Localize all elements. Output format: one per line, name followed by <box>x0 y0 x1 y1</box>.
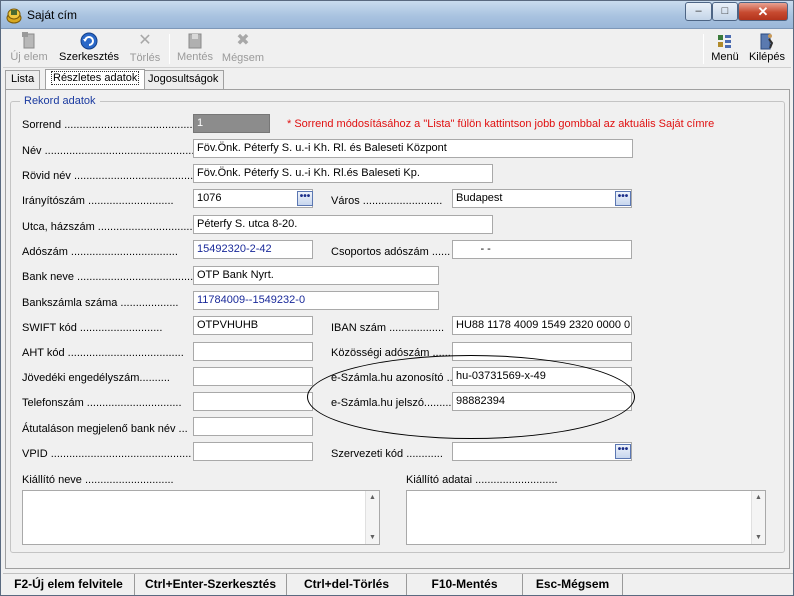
label-csoportos-adoszam: Csoportos adószám ...... <box>331 246 451 258</box>
eszamla-jelszo-field[interactable]: 98882394 <box>452 392 632 411</box>
nev-field[interactable]: Föv.Önk. Péterfy S. u.-i Kh. Rl. és Bale… <box>193 139 633 158</box>
scroll-down-icon[interactable]: ▼ <box>752 531 765 544</box>
szervezeti-lookup-button[interactable]: ••• <box>615 444 631 459</box>
varos-field[interactable]: Budapest <box>452 189 632 208</box>
aht-field[interactable] <box>193 342 313 361</box>
delete-x-icon: ✕ <box>138 32 152 49</box>
cancel-x-icon: ✖ <box>236 32 250 49</box>
utca-field[interactable]: Péterfy S. utca 8-20. <box>193 215 493 234</box>
scroll-up-icon[interactable]: ▲ <box>752 491 765 504</box>
status-f10-save: F10-Mentés <box>407 574 523 595</box>
new-item-button[interactable]: Új elem <box>9 31 49 66</box>
scroll-up-icon[interactable]: ▲ <box>366 491 379 504</box>
window-title: Saját cím <box>27 8 78 22</box>
save-disk-icon <box>188 33 202 49</box>
tab-jogosultsagok[interactable]: Jogosultságok <box>142 70 225 89</box>
label-aht: AHT kód ................................… <box>22 347 184 359</box>
label-rovid-nev: Rövid név ..............................… <box>22 170 221 182</box>
tab-lista-label: Lista <box>11 73 35 85</box>
exit-door-icon <box>760 33 774 50</box>
iranyitoszam-field[interactable]: 1076 <box>193 189 313 208</box>
bankszamla-field[interactable]: 11784009--1549232-0 <box>193 291 439 310</box>
label-szervezeti: Szervezeti kód ............ <box>331 448 443 460</box>
kozossegi-field[interactable] <box>452 342 632 361</box>
status-bar: F2-Új elem felvitele Ctrl+Enter-Szerkesz… <box>3 573 793 595</box>
tab-reszletes-label: Részletes adatok <box>51 71 140 85</box>
delete-label: Törlés <box>129 52 161 64</box>
eszamla-azonosito-field[interactable]: hu-03731569-x-49 <box>452 367 632 386</box>
edit-button[interactable]: Szerkesztés <box>57 31 121 66</box>
group-title: Rekord adatok <box>20 95 100 107</box>
minimize-button[interactable]: ‒ <box>685 2 712 21</box>
main-window: Saját cím ‒ □ ✕ Új elem Szerkesztés ✕ Tö… <box>0 0 794 596</box>
exit-label: Kilépés <box>748 51 786 63</box>
label-sorrend: Sorrend ................................… <box>22 119 193 131</box>
close-button[interactable]: ✕ <box>738 2 788 21</box>
label-kiallito-adatai: Kiállító adatai ........................… <box>406 474 558 486</box>
edit-label: Szerkesztés <box>59 51 119 63</box>
status-f2-new: F2-Új elem felvitele <box>3 574 135 595</box>
toolbar-separator-right <box>703 34 704 64</box>
cancel-button[interactable]: ✖ Mégsem <box>221 31 265 66</box>
label-bank-neve: Bank neve ..............................… <box>22 271 203 283</box>
csoportos-adoszam-field[interactable]: - - <box>452 240 632 259</box>
label-vpid: VPID ...................................… <box>22 448 192 460</box>
label-kiallito-neve: Kiállító neve ..........................… <box>22 474 174 486</box>
rovid-nev-field[interactable]: Föv.Önk. Péterfy S. u.-i Kh. Rl.és Bales… <box>193 164 493 183</box>
tab-lista[interactable]: Lista <box>5 70 41 89</box>
maximize-button[interactable]: □ <box>712 2 738 21</box>
save-button[interactable]: Mentés <box>175 31 215 66</box>
bank-neve-field[interactable]: OTP Bank Nyrt. <box>193 266 439 285</box>
title-bar: Saját cím ‒ □ ✕ <box>1 1 793 29</box>
label-nev: Név ....................................… <box>22 145 222 157</box>
label-iranyitoszam: Irányítószám ...........................… <box>22 195 174 207</box>
exit-button[interactable]: Kilépés <box>747 31 787 66</box>
menu-button[interactable]: Menü <box>707 31 743 66</box>
scroll-down-icon[interactable]: ▼ <box>366 531 379 544</box>
label-jovedeki: Jövedéki engedélyszám.......... <box>22 372 170 384</box>
kiallito-adatai-scrollbar[interactable]: ▲ ▼ <box>751 491 765 544</box>
status-ctrl-enter-edit: Ctrl+Enter-Szerkesztés <box>135 574 287 595</box>
atutalason-field[interactable] <box>193 417 313 436</box>
jovedeki-field[interactable] <box>193 367 313 386</box>
iban-field[interactable]: HU88 1178 4009 1549 2320 0000 0 <box>452 316 632 335</box>
label-bankszamla: Bankszámla száma ................... <box>22 297 179 309</box>
label-atutalason: Átutaláson megjelenő bank név ... <box>22 423 188 435</box>
menu-grid-icon <box>718 35 731 48</box>
kiallito-neve-scrollbar[interactable]: ▲ ▼ <box>365 491 379 544</box>
label-adoszam: Adószám ................................… <box>22 246 178 258</box>
status-esc-cancel: Esc-Mégsem <box>523 574 623 595</box>
cancel-label: Mégsem <box>221 52 265 64</box>
new-document-icon <box>22 32 35 49</box>
szervezeti-field[interactable] <box>452 442 632 461</box>
label-swift: SWIFT kód ........................... <box>22 322 163 334</box>
app-icon <box>6 8 22 24</box>
tab-jogosultsagok-label: Jogosultságok <box>148 73 219 85</box>
kiallito-neve-textarea[interactable]: ▲ ▼ <box>22 490 380 545</box>
vpid-field[interactable] <box>193 442 313 461</box>
label-iban: IBAN szám .................. <box>331 322 445 334</box>
save-label: Mentés <box>176 51 214 63</box>
swift-field[interactable]: OTPVHUHB <box>193 316 313 335</box>
label-eszamla-jelszo: e-Számla.hu jelszó......... <box>331 397 452 409</box>
label-eszamla-azonosito: e-Számla.hu azonosító .... <box>331 372 459 384</box>
status-ctrl-del-delete: Ctrl+del-Törlés <box>287 574 407 595</box>
delete-button[interactable]: ✕ Törlés <box>127 31 163 66</box>
new-item-label: Új elem <box>10 51 48 63</box>
adoszam-field[interactable]: 15492320-2-42 <box>193 240 313 259</box>
kiallito-adatai-textarea[interactable]: ▲ ▼ <box>406 490 766 545</box>
varos-lookup-button[interactable]: ••• <box>615 191 631 206</box>
sorrend-note: * Sorrend módosításához a "Lista" fülön … <box>287 118 715 130</box>
toolbar-separator <box>169 34 170 64</box>
iranyitoszam-lookup-button[interactable]: ••• <box>297 191 313 206</box>
label-telefonszam: Telefonszám ............................… <box>22 397 182 409</box>
toolbar: Új elem Szerkesztés ✕ Törlés Mentés ✖ Mé… <box>3 30 791 68</box>
label-kozossegi: Közösségi adószám ...... <box>331 347 451 359</box>
telefonszam-field[interactable] <box>193 392 313 411</box>
menu-label: Menü <box>711 51 739 63</box>
label-varos: Város .......................... <box>331 195 443 207</box>
edit-refresh-icon <box>80 32 98 50</box>
tab-reszletes-adatok[interactable]: Részletes adatok <box>45 69 146 89</box>
sorrend-field: 1 <box>193 114 270 133</box>
